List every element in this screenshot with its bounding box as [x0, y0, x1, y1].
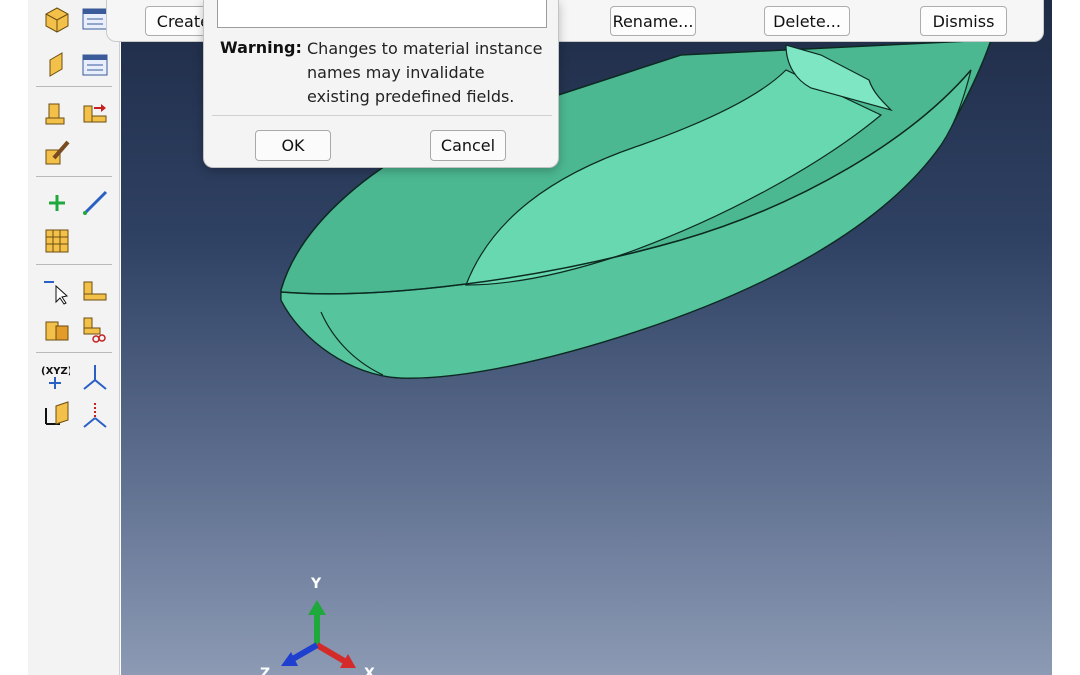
x-axis-arrow: [315, 642, 348, 665]
part-instance-icon[interactable]: [42, 4, 72, 34]
triad-y-label: Y: [311, 576, 322, 592]
add-point-icon[interactable]: [42, 188, 72, 218]
triad-z-label: Z: [260, 666, 271, 675]
triad-x-label: X: [364, 666, 375, 675]
datum-line-icon[interactable]: [80, 188, 110, 218]
cancel-button[interactable]: Cancel: [430, 130, 506, 161]
delete-button[interactable]: Delete...: [764, 6, 850, 36]
rotate-icon[interactable]: [80, 98, 110, 128]
y-axis-head: [308, 600, 326, 615]
toolbox-separator: [36, 352, 112, 353]
toolbox-separator: [36, 264, 112, 265]
dialog-separator: [212, 115, 552, 116]
rename-dialog: Warning: Changes to material instance na…: [203, 0, 559, 168]
suppress-icon[interactable]: [80, 314, 110, 344]
svg-text:(XYZ): (XYZ): [41, 366, 70, 377]
dismiss-button[interactable]: Dismiss: [920, 6, 1007, 36]
warning-text: Changes to material instance names may i…: [307, 39, 543, 106]
instance-edit-icon[interactable]: [42, 50, 72, 80]
datum-point-xyz-icon[interactable]: (XYZ): [40, 362, 70, 392]
z-axis-arrow: [289, 642, 319, 663]
pattern-icon[interactable]: [42, 226, 72, 256]
merge-cut-icon[interactable]: [80, 276, 110, 306]
datum-csys-icon[interactable]: [42, 400, 72, 430]
axis-triad: Y X Z: [256, 570, 386, 675]
abaqus-window: Y X Z (XYZ) Create... Rename... Delete..…: [0, 0, 1080, 675]
toolbox-separator: [36, 86, 112, 87]
module-toolbox: (XYZ): [28, 0, 120, 675]
ok-button[interactable]: OK: [255, 130, 331, 161]
toolbox-separator: [36, 176, 112, 177]
select-icon[interactable]: [42, 276, 72, 306]
instance-manager-icon[interactable]: [80, 50, 110, 80]
datum-plane-icon[interactable]: [80, 400, 110, 430]
rename-button[interactable]: Rename...: [610, 6, 696, 36]
translate-icon[interactable]: [42, 98, 72, 128]
new-name-input[interactable]: [217, 0, 547, 28]
boolean-icon[interactable]: [42, 314, 72, 344]
edit-feature-icon[interactable]: [42, 138, 72, 168]
datum-axis-icon[interactable]: [80, 362, 110, 392]
warning-label: Warning:: [220, 38, 302, 57]
